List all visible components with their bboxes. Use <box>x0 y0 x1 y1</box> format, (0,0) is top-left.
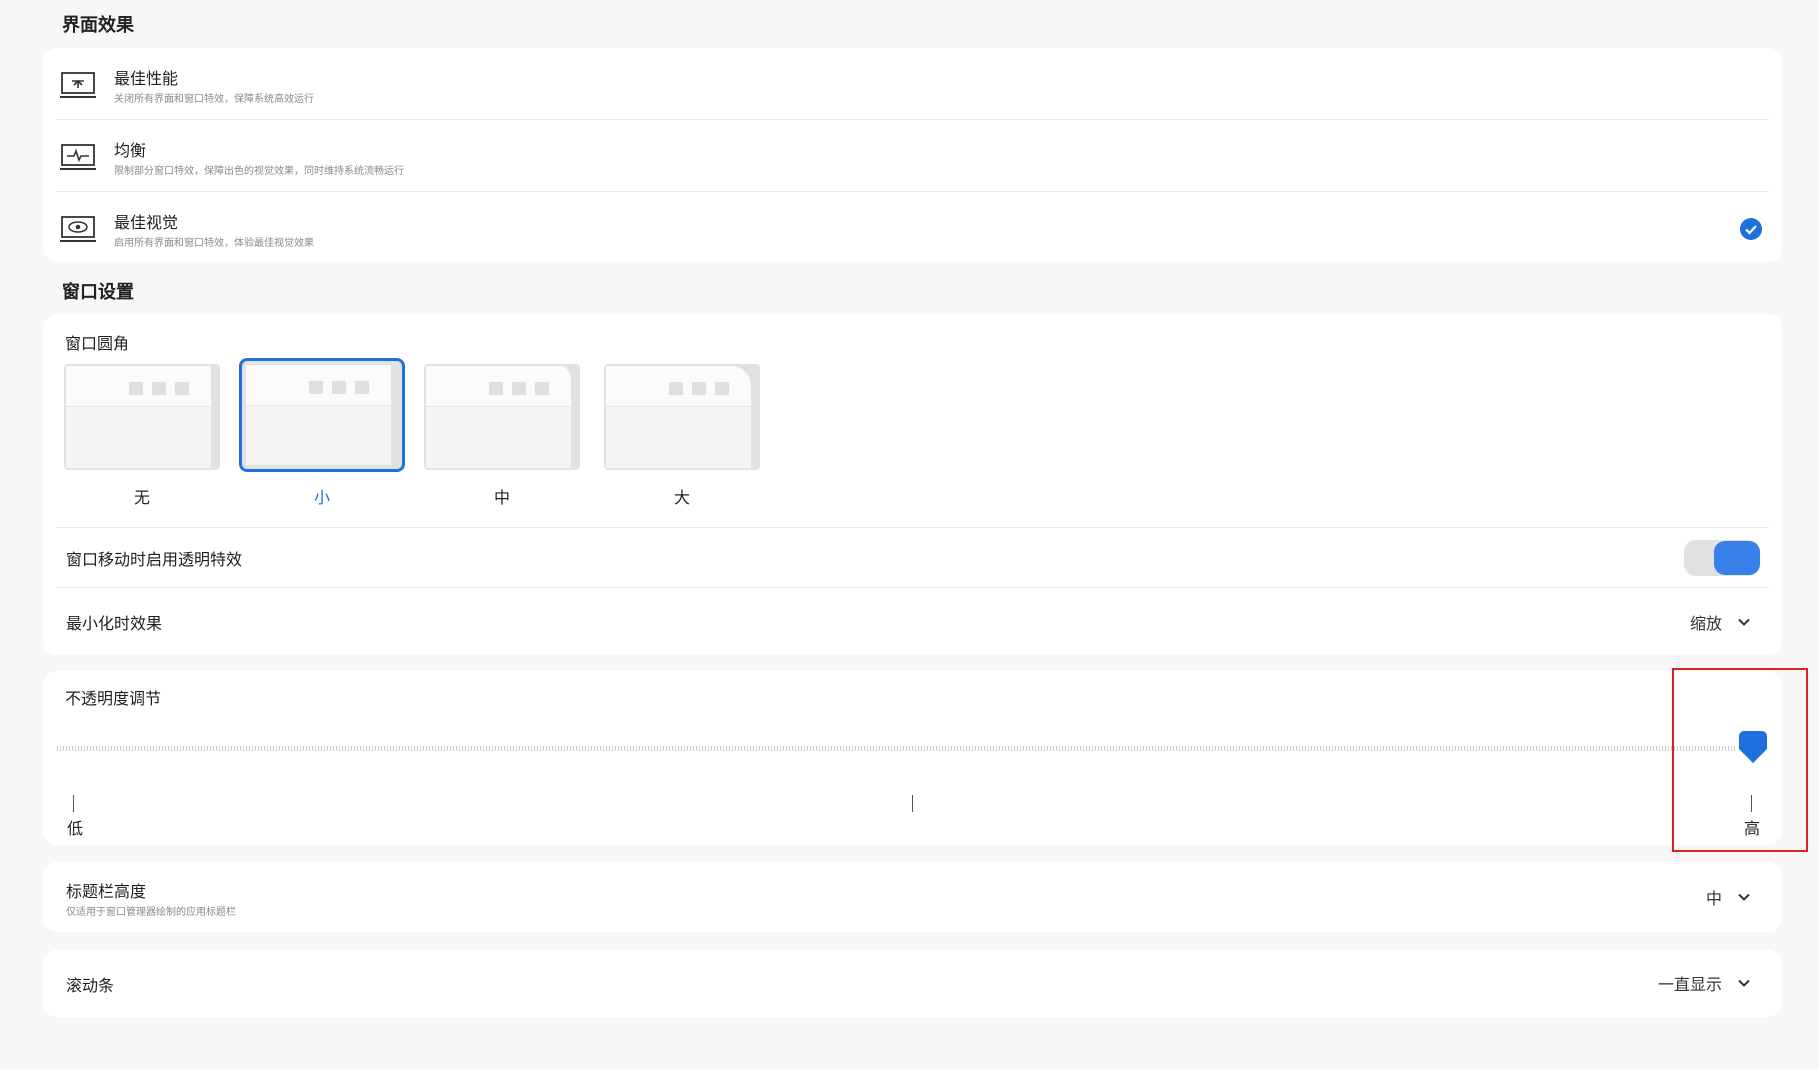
window-preview-titlebar <box>66 366 211 407</box>
corner-option-label: 大 <box>673 488 690 507</box>
titlebar-height-label: 标题栏高度 <box>66 882 147 901</box>
monitor-performance-icon <box>60 72 96 98</box>
corner-option-small[interactable] <box>239 358 405 472</box>
corner-option-medium[interactable] <box>424 364 580 470</box>
minimize-effect-dropdown[interactable]: 缩放 <box>1690 610 1752 634</box>
corner-option-label: 小 <box>313 488 330 507</box>
window-preview <box>606 366 751 468</box>
corner-option-none[interactable] <box>64 364 220 470</box>
window-preview-titlebar <box>246 365 391 406</box>
slider-tick <box>912 795 913 812</box>
highlight-box <box>1672 668 1808 852</box>
effect-option-performance[interactable]: 最佳性能 关闭所有界面和窗口特效，保障系统高效运行 <box>43 48 1782 120</box>
titlebar-height-card: 标题栏高度 仅适用于窗口管理器绘制的应用标题栏 中 <box>43 862 1782 932</box>
toggle-knob <box>1714 541 1760 575</box>
effect-desc: 启用所有界面和窗口特效，体验最佳视觉效果 <box>114 238 314 249</box>
effect-name: 最佳视觉 <box>114 213 179 232</box>
section-title-window-settings: 窗口设置 <box>62 282 134 303</box>
opacity-label: 不透明度调节 <box>65 689 162 708</box>
window-settings-card: 窗口圆角 无 小 中 大 窗口移动时启用透明特效 最小化时效果 缩放 <box>43 314 1782 655</box>
corner-radius-label: 窗口圆角 <box>65 334 130 353</box>
scrollbar-value: 一直显示 <box>1657 975 1722 994</box>
titlebar-height-desc: 仅适用于窗口管理器绘制的应用标题栏 <box>66 907 236 918</box>
window-preview <box>426 366 571 468</box>
effect-option-balanced[interactable]: 均衡 限制部分窗口特效，保障出色的视觉效果，同时维持系统流畅运行 <box>43 120 1782 192</box>
effect-name: 最佳性能 <box>114 69 179 88</box>
titlebar-height-value: 中 <box>1705 889 1722 908</box>
effect-option-best-visual[interactable]: 最佳视觉 启用所有界面和窗口特效，体验最佳视觉效果 <box>43 192 1782 264</box>
effect-name: 均衡 <box>114 141 147 160</box>
slider-tick <box>73 795 74 812</box>
window-preview-titlebar <box>606 366 751 407</box>
opacity-slider-track[interactable] <box>57 746 1736 751</box>
window-preview-titlebar <box>426 366 571 407</box>
corner-option-label: 无 <box>133 488 150 507</box>
transparency-move-toggle[interactable] <box>1684 540 1760 576</box>
scrollbar-label: 滚动条 <box>66 976 115 995</box>
opacity-low-label: 低 <box>67 819 84 838</box>
chevron-down-icon <box>1738 893 1750 901</box>
divider <box>56 527 1769 528</box>
effects-card: 最佳性能 关闭所有界面和窗口特效，保障系统高效运行 均衡 限制部分窗口特效，保障… <box>43 48 1782 262</box>
scrollbar-card: 滚动条 一直显示 <box>43 950 1782 1017</box>
monitor-pulse-icon <box>60 144 96 170</box>
minimize-effect-label: 最小化时效果 <box>66 614 163 633</box>
chevron-down-icon <box>1738 979 1750 987</box>
minimize-effect-value: 缩放 <box>1689 614 1722 633</box>
opacity-card: 不透明度调节 低 高 <box>43 671 1782 845</box>
section-title-interface-effects: 界面效果 <box>62 15 134 36</box>
scrollbar-dropdown[interactable]: 一直显示 <box>1658 971 1752 995</box>
selected-check-icon <box>1740 218 1762 240</box>
titlebar-height-dropdown[interactable]: 中 <box>1706 885 1752 909</box>
effect-desc: 关闭所有界面和窗口特效，保障系统高效运行 <box>114 94 314 105</box>
window-preview <box>66 366 211 468</box>
window-preview <box>246 365 391 465</box>
transparency-move-label: 窗口移动时启用透明特效 <box>66 550 243 569</box>
effect-desc: 限制部分窗口特效，保障出色的视觉效果，同时维持系统流畅运行 <box>114 166 404 177</box>
divider <box>56 587 1769 588</box>
corner-option-label: 中 <box>493 488 510 507</box>
monitor-eye-icon <box>60 216 96 242</box>
chevron-down-icon <box>1738 618 1750 626</box>
corner-option-large[interactable] <box>604 364 760 470</box>
